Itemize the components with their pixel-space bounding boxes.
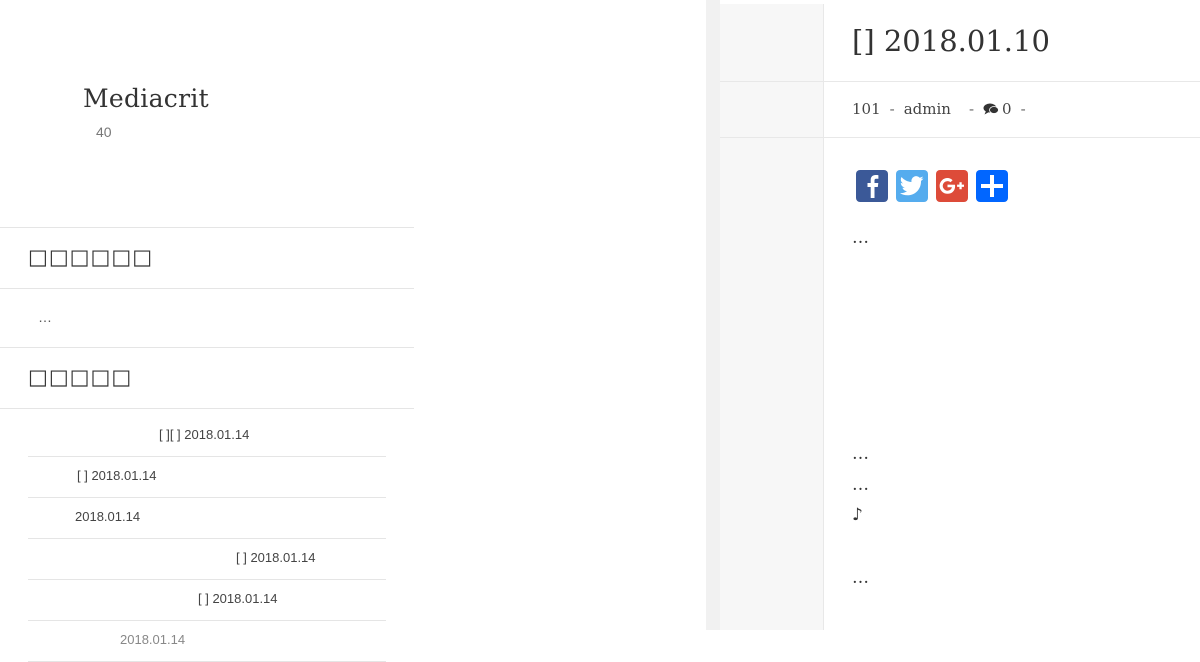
twitter-share-button[interactable] xyxy=(896,170,928,202)
recent-post-link[interactable]: [ ][ ] 2018.01.14 xyxy=(159,427,249,442)
list-item[interactable]: 2018.01.14 xyxy=(28,621,386,662)
google-plus-icon xyxy=(939,178,964,194)
list-item[interactable]: [ ][ ] 2018.01.14 xyxy=(28,416,386,457)
comments-link[interactable]: 0 xyxy=(983,100,1012,118)
column-gap xyxy=(706,0,720,630)
recent-post-link[interactable]: [ ] 2018.01.14 xyxy=(236,550,316,565)
view-count: 101 xyxy=(852,100,881,118)
divider xyxy=(720,81,1200,82)
recent-post-link[interactable]: 2018.01.14 xyxy=(75,509,140,524)
comment-icon xyxy=(983,103,999,115)
sidebar: Mediacrit 40 □□□□□□ … □□□□□ [ ][ ] 2018.… xyxy=(0,0,706,662)
widget-heading: □□□□□□ xyxy=(28,245,154,269)
list-item[interactable]: [ ] 2018.01.14 xyxy=(28,539,386,580)
widget-body-text: … xyxy=(38,309,52,325)
article-gutter xyxy=(720,4,824,630)
list-item[interactable]: [ ] 2018.01.14 xyxy=(28,457,386,498)
meta-separator: - xyxy=(1020,100,1026,118)
list-item[interactable]: 2018.01.14 xyxy=(28,498,386,539)
comment-count: 0 xyxy=(1002,100,1012,118)
recent-post-link[interactable]: [ ] 2018.01.14 xyxy=(198,591,278,606)
recent-post-link[interactable]: [ ] 2018.01.14 xyxy=(77,468,157,483)
widget-body-first: … xyxy=(0,289,414,347)
widget-title-first: □□□□□□ xyxy=(0,227,414,289)
meta-separator: - xyxy=(968,100,975,118)
site-title[interactable]: Mediacrit xyxy=(83,84,209,113)
post-paragraph: … xyxy=(852,228,869,248)
facebook-share-button[interactable] xyxy=(856,170,888,202)
post-meta: 101- admin -0- xyxy=(852,100,1035,118)
recent-posts-list: [ ][ ] 2018.01.14 [ ] 2018.01.14 2018.01… xyxy=(28,416,386,662)
list-item[interactable]: [ ] 2018.01.14 xyxy=(28,580,386,621)
divider xyxy=(720,137,1200,138)
article: [] 2018.01.10 101- admin -0- … … … ♪ … xyxy=(720,4,1200,630)
google-plus-share-button[interactable] xyxy=(936,170,968,202)
twitter-icon xyxy=(900,176,924,196)
share-button[interactable] xyxy=(976,170,1008,202)
facebook-icon xyxy=(867,175,879,198)
post-paragraph: … xyxy=(852,444,869,464)
post-title: [] 2018.01.10 xyxy=(852,24,1050,58)
author-link[interactable]: admin xyxy=(904,100,951,118)
share-buttons xyxy=(856,170,1008,202)
widget-title-recent-posts: □□□□□ xyxy=(0,347,414,409)
plus-icon xyxy=(981,175,1003,197)
widget-heading: □□□□□ xyxy=(28,365,133,389)
site-description: 40 xyxy=(96,124,112,140)
post-paragraph: ♪ xyxy=(852,505,863,525)
post-paragraph: … xyxy=(852,475,869,495)
recent-post-link[interactable]: 2018.01.14 xyxy=(120,632,185,647)
post-paragraph: … xyxy=(852,568,869,588)
meta-separator: - xyxy=(889,100,895,118)
